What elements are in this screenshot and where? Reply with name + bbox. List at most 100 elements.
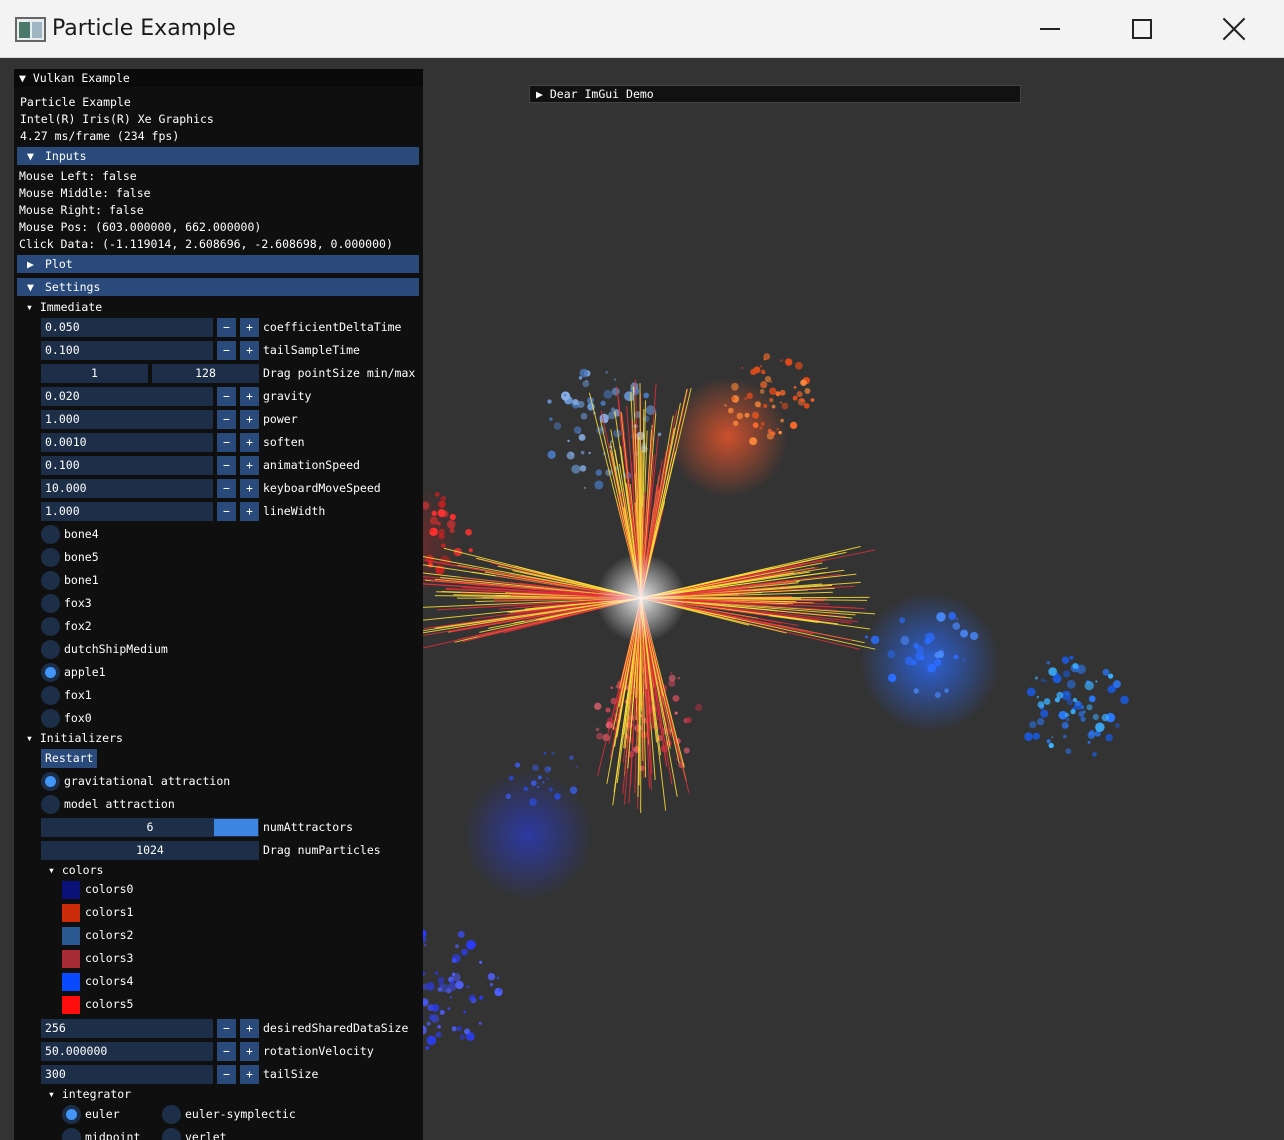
point-size-min-drag[interactable]: 1 bbox=[41, 364, 148, 383]
inputs-header[interactable]: ▼ Inputs bbox=[17, 147, 419, 165]
radio-fox3[interactable] bbox=[41, 594, 60, 613]
increment-button[interactable]: + bbox=[240, 1019, 259, 1038]
rotation-velocity-input[interactable]: 50.000000 bbox=[41, 1042, 213, 1061]
desired-shared-data-size-input[interactable]: 256 bbox=[41, 1019, 213, 1038]
minimize-button[interactable] bbox=[1004, 0, 1096, 58]
increment-button[interactable]: + bbox=[240, 387, 259, 406]
increment-button[interactable]: + bbox=[240, 456, 259, 475]
radio-fox1[interactable] bbox=[41, 686, 60, 705]
increment-button[interactable]: + bbox=[240, 410, 259, 429]
mouse-pos-status: Mouse Pos: (603.000000, 662.000000) bbox=[19, 220, 262, 234]
decrement-button[interactable]: − bbox=[217, 433, 236, 452]
gravity-input[interactable]: 0.020 bbox=[41, 387, 213, 406]
close-button[interactable] bbox=[1188, 0, 1280, 58]
window-title: Particle Example bbox=[52, 16, 236, 41]
increment-button[interactable]: + bbox=[240, 1042, 259, 1061]
decrement-button[interactable]: − bbox=[217, 318, 236, 337]
animation-speed-input[interactable]: 0.100 bbox=[41, 456, 213, 475]
decrement-button[interactable]: − bbox=[217, 341, 236, 360]
radio-fox0[interactable] bbox=[41, 709, 60, 728]
colors-tree-node[interactable]: ▾ colors bbox=[48, 863, 103, 877]
increment-button[interactable]: + bbox=[240, 1065, 259, 1084]
panel-title: Vulkan Example bbox=[32, 71, 130, 85]
tail-sample-time-input[interactable]: 0.100 bbox=[41, 341, 213, 360]
click-data-status: Click Data: (-1.119014, 2.608696, -2.608… bbox=[19, 237, 393, 251]
desired-shared-data-size-label: desiredSharedDataSize bbox=[263, 1021, 409, 1035]
collapse-arrow-icon: ▼ bbox=[27, 149, 34, 163]
radio-bone4[interactable] bbox=[41, 525, 60, 544]
panel-title-bar[interactable]: ▼ Vulkan Example bbox=[14, 69, 423, 87]
maximize-button[interactable] bbox=[1096, 0, 1188, 58]
vulkan-example-panel[interactable]: ▼ Vulkan Example Particle Example Intel(… bbox=[14, 69, 423, 1140]
color-swatch[interactable] bbox=[62, 950, 80, 968]
color-swatch[interactable] bbox=[62, 973, 80, 991]
increment-button[interactable]: + bbox=[240, 479, 259, 498]
coefficient-delta-time-label: coefficientDeltaTime bbox=[263, 320, 402, 334]
settings-header[interactable]: ▼ Settings bbox=[17, 278, 419, 296]
radio-bone5[interactable] bbox=[41, 548, 60, 567]
decrement-button[interactable]: − bbox=[217, 456, 236, 475]
radio-bone1[interactable] bbox=[41, 571, 60, 590]
radio-euler[interactable] bbox=[62, 1105, 81, 1124]
restart-button[interactable]: Restart bbox=[41, 749, 98, 768]
radio-label: fox2 bbox=[64, 619, 92, 633]
tail-size-input[interactable]: 300 bbox=[41, 1065, 213, 1084]
power-label: power bbox=[263, 412, 298, 426]
color-swatch[interactable] bbox=[62, 904, 80, 922]
color-label: colors2 bbox=[85, 928, 134, 942]
imgui-demo-title: Dear ImGui Demo bbox=[549, 87, 654, 101]
soften-label: soften bbox=[263, 435, 305, 449]
color-label: colors1 bbox=[85, 905, 134, 919]
radio-fox2[interactable] bbox=[41, 617, 60, 636]
decrement-button[interactable]: − bbox=[217, 502, 236, 521]
increment-button[interactable]: + bbox=[240, 341, 259, 360]
keyboard-move-speed-input[interactable]: 10.000 bbox=[41, 479, 213, 498]
soften-input[interactable]: 0.0010 bbox=[41, 433, 213, 452]
decrement-button[interactable]: − bbox=[217, 479, 236, 498]
increment-button[interactable]: + bbox=[240, 433, 259, 452]
radio-model-attraction[interactable] bbox=[41, 795, 60, 814]
colors-label: colors bbox=[61, 863, 104, 877]
point-size-label: Drag pointSize min/max bbox=[263, 366, 416, 380]
rotation-velocity-label: rotationVelocity bbox=[263, 1044, 374, 1058]
power-input[interactable]: 1.000 bbox=[41, 410, 213, 429]
expand-arrow-icon: ▶ bbox=[536, 87, 543, 101]
imgui-demo-window[interactable]: ▶ Dear ImGui Demo bbox=[529, 85, 1021, 103]
coefficient-delta-time-input[interactable]: 0.050 bbox=[41, 318, 213, 337]
radio-label: bone5 bbox=[64, 550, 99, 564]
plot-header[interactable]: ▶ Plot bbox=[17, 255, 419, 273]
radio-verlet[interactable] bbox=[162, 1128, 181, 1140]
close-icon bbox=[1223, 18, 1245, 40]
collapse-arrow-icon: ▾ bbox=[48, 1087, 55, 1101]
increment-button[interactable]: + bbox=[240, 502, 259, 521]
color-swatch[interactable] bbox=[62, 881, 80, 899]
line-width-input[interactable]: 1.000 bbox=[41, 502, 213, 521]
radio-label: bone4 bbox=[64, 527, 99, 541]
title-bar[interactable]: Particle Example bbox=[0, 0, 1284, 58]
tail-size-label: tailSize bbox=[263, 1067, 319, 1081]
increment-button[interactable]: + bbox=[240, 318, 259, 337]
radio-midpoint[interactable] bbox=[62, 1128, 81, 1140]
immediate-tree-node[interactable]: ▾ Immediate bbox=[26, 300, 102, 314]
decrement-button[interactable]: − bbox=[217, 1042, 236, 1061]
slider-grab-handle[interactable] bbox=[214, 819, 258, 836]
initializers-tree-node[interactable]: ▾ Initializers bbox=[26, 731, 123, 745]
decrement-button[interactable]: − bbox=[217, 1065, 236, 1084]
decrement-button[interactable]: − bbox=[217, 410, 236, 429]
immediate-label: Immediate bbox=[39, 300, 103, 314]
num-particles-drag[interactable]: 1024 bbox=[41, 841, 259, 860]
radio-euler-symplectic[interactable] bbox=[162, 1105, 181, 1124]
mouse-right-status: Mouse Right: false bbox=[19, 203, 144, 217]
point-size-max-drag[interactable]: 128 bbox=[152, 364, 259, 383]
integrator-tree-node[interactable]: ▾ integrator bbox=[48, 1087, 131, 1101]
decrement-button[interactable]: − bbox=[217, 1019, 236, 1038]
radio-apple1[interactable] bbox=[41, 663, 60, 682]
collapse-arrow-icon: ▾ bbox=[26, 731, 33, 745]
keyboard-move-speed-label: keyboardMoveSpeed bbox=[263, 481, 381, 495]
decrement-button[interactable]: − bbox=[217, 387, 236, 406]
color-swatch[interactable] bbox=[62, 927, 80, 945]
radio-label: model attraction bbox=[64, 797, 175, 811]
radio-gravitational-attraction[interactable] bbox=[41, 772, 60, 791]
radio-dutch-ship-medium[interactable] bbox=[41, 640, 60, 659]
color-swatch[interactable] bbox=[62, 996, 80, 1014]
